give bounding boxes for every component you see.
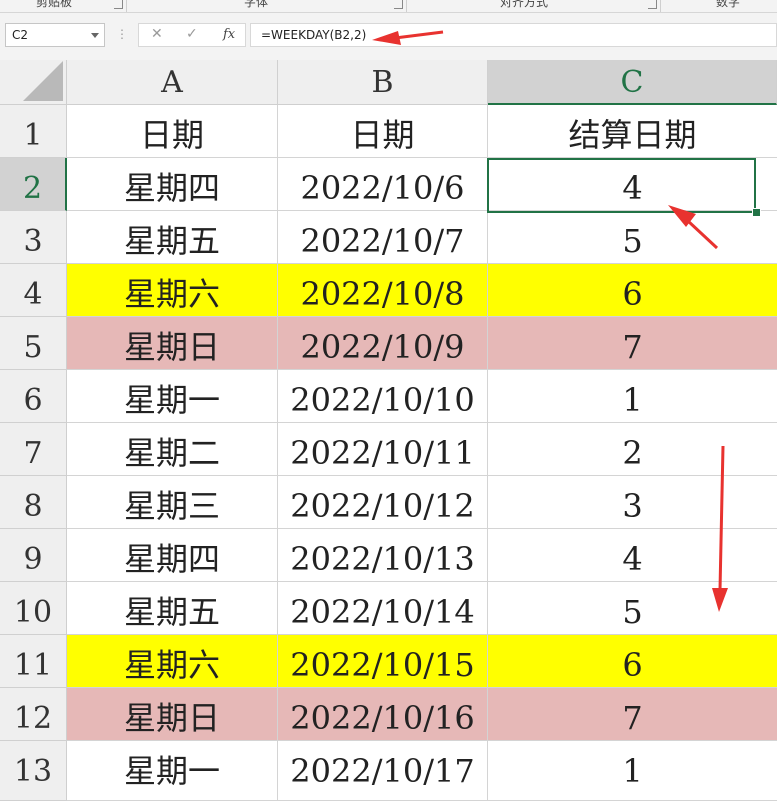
cell-c[interactable]: 结算日期: [488, 105, 777, 158]
more-icon: ⋮: [116, 27, 128, 41]
close-icon[interactable]: ✕: [151, 26, 163, 42]
row-header[interactable]: 8: [0, 476, 67, 529]
cell-b[interactable]: 2022/10/15: [278, 635, 488, 688]
cell-c[interactable]: 6: [488, 264, 777, 317]
cell-c[interactable]: 1: [488, 741, 777, 801]
select-all-triangle-icon: [23, 61, 63, 101]
cell-c[interactable]: 1: [488, 370, 777, 423]
row-header[interactable]: 9: [0, 529, 67, 582]
font-launcher-icon[interactable]: [394, 0, 403, 9]
row-header[interactable]: 3: [0, 211, 67, 264]
column-header-a[interactable]: A: [67, 60, 278, 105]
cell-c[interactable]: 4: [488, 158, 777, 211]
column-header-c[interactable]: C: [488, 60, 777, 105]
formula-input[interactable]: =WEEKDAY(B2,2): [250, 23, 777, 47]
cell-c[interactable]: 7: [488, 688, 777, 741]
row-header[interactable]: 7: [0, 423, 67, 476]
cell-b[interactable]: 2022/10/8: [278, 264, 488, 317]
select-all-corner[interactable]: [0, 60, 67, 105]
table-row: 星期一 2022/10/17 1: [67, 741, 777, 801]
cell-c[interactable]: 3: [488, 476, 777, 529]
formula-buttons: ✕ ✓ fx: [138, 23, 246, 47]
cell-c[interactable]: 6: [488, 635, 777, 688]
cell-b[interactable]: 2022/10/10: [278, 370, 488, 423]
chevron-down-icon[interactable]: [91, 33, 99, 38]
alignment-launcher-icon[interactable]: [648, 0, 657, 9]
ribbon-group-font: 字体: [244, 0, 269, 9]
cell-a[interactable]: 星期四: [67, 158, 278, 211]
ribbon-group-labels: 剪贴板 字体 对齐方式 数字: [0, 0, 777, 13]
check-icon[interactable]: ✓: [186, 26, 198, 42]
cell-a[interactable]: 星期五: [67, 582, 278, 635]
row-header[interactable]: 11: [0, 635, 67, 688]
table-row: 星期六 2022/10/15 6: [67, 635, 777, 688]
table-row: 星期四 2022/10/13 4: [67, 529, 777, 582]
table-row: 星期四 2022/10/6 4: [67, 158, 777, 211]
column-header-b[interactable]: B: [278, 60, 488, 105]
cell-a[interactable]: 星期一: [67, 741, 278, 801]
cell-c[interactable]: 4: [488, 529, 777, 582]
row-header[interactable]: 2: [0, 158, 67, 211]
name-box-value: C2: [12, 28, 29, 42]
cell-a[interactable]: 星期五: [67, 211, 278, 264]
row-header[interactable]: 12: [0, 688, 67, 741]
cell-a[interactable]: 星期二: [67, 423, 278, 476]
cell-c[interactable]: 5: [488, 211, 777, 264]
ribbon-group-clipboard: 剪贴板: [36, 0, 73, 9]
table-row: 星期五 2022/10/7 5: [67, 211, 777, 264]
cell-b[interactable]: 2022/10/13: [278, 529, 488, 582]
fill-handle[interactable]: [752, 208, 761, 217]
table-row: 星期二 2022/10/11 2: [67, 423, 777, 476]
cell-c[interactable]: 2: [488, 423, 777, 476]
row-header[interactable]: 4: [0, 264, 67, 317]
row-header[interactable]: 13: [0, 741, 67, 801]
table-row: 星期五 2022/10/14 5: [67, 582, 777, 635]
cell-a[interactable]: 星期一: [67, 370, 278, 423]
cell-b[interactable]: 2022/10/6: [278, 158, 488, 211]
table-row: 星期六 2022/10/8 6: [67, 264, 777, 317]
cell-a[interactable]: 星期四: [67, 529, 278, 582]
cell-a[interactable]: 日期: [67, 105, 278, 158]
cell-c[interactable]: 5: [488, 582, 777, 635]
formula-bar: C2 ⋮ ✕ ✓ fx =WEEKDAY(B2,2): [0, 13, 777, 60]
cell-c[interactable]: 7: [488, 317, 777, 370]
ribbon-group-number: 数字: [716, 0, 741, 9]
cell-b[interactable]: 2022/10/7: [278, 211, 488, 264]
cell-b[interactable]: 2022/10/14: [278, 582, 488, 635]
row-header[interactable]: 5: [0, 317, 67, 370]
name-box[interactable]: C2: [5, 23, 105, 47]
cell-a[interactable]: 星期三: [67, 476, 278, 529]
formula-text: =WEEKDAY(B2,2): [261, 28, 367, 42]
cell-a[interactable]: 星期六: [67, 264, 278, 317]
cell-a[interactable]: 星期日: [67, 317, 278, 370]
fx-icon[interactable]: fx: [223, 27, 235, 42]
ribbon-group-alignment: 对齐方式: [500, 0, 549, 9]
cell-a[interactable]: 星期日: [67, 688, 278, 741]
cell-b[interactable]: 2022/10/12: [278, 476, 488, 529]
table-row: 日期 日期 结算日期: [67, 105, 777, 158]
cell-b[interactable]: 2022/10/17: [278, 741, 488, 801]
ribbon-separator: [406, 0, 407, 12]
cell-a[interactable]: 星期六: [67, 635, 278, 688]
cell-b[interactable]: 2022/10/9: [278, 317, 488, 370]
ribbon-separator: [660, 0, 661, 12]
table-row: 星期日 2022/10/9 7: [67, 317, 777, 370]
row-header[interactable]: 1: [0, 105, 67, 158]
clipboard-launcher-icon[interactable]: [114, 0, 123, 9]
cell-b[interactable]: 2022/10/16: [278, 688, 488, 741]
row-header[interactable]: 6: [0, 370, 67, 423]
table-row: 星期一 2022/10/10 1: [67, 370, 777, 423]
cell-b[interactable]: 2022/10/11: [278, 423, 488, 476]
cell-b[interactable]: 日期: [278, 105, 488, 158]
row-header[interactable]: 10: [0, 582, 67, 635]
table-row: 星期三 2022/10/12 3: [67, 476, 777, 529]
ribbon-separator: [126, 0, 127, 12]
table-row: 星期日 2022/10/16 7: [67, 688, 777, 741]
